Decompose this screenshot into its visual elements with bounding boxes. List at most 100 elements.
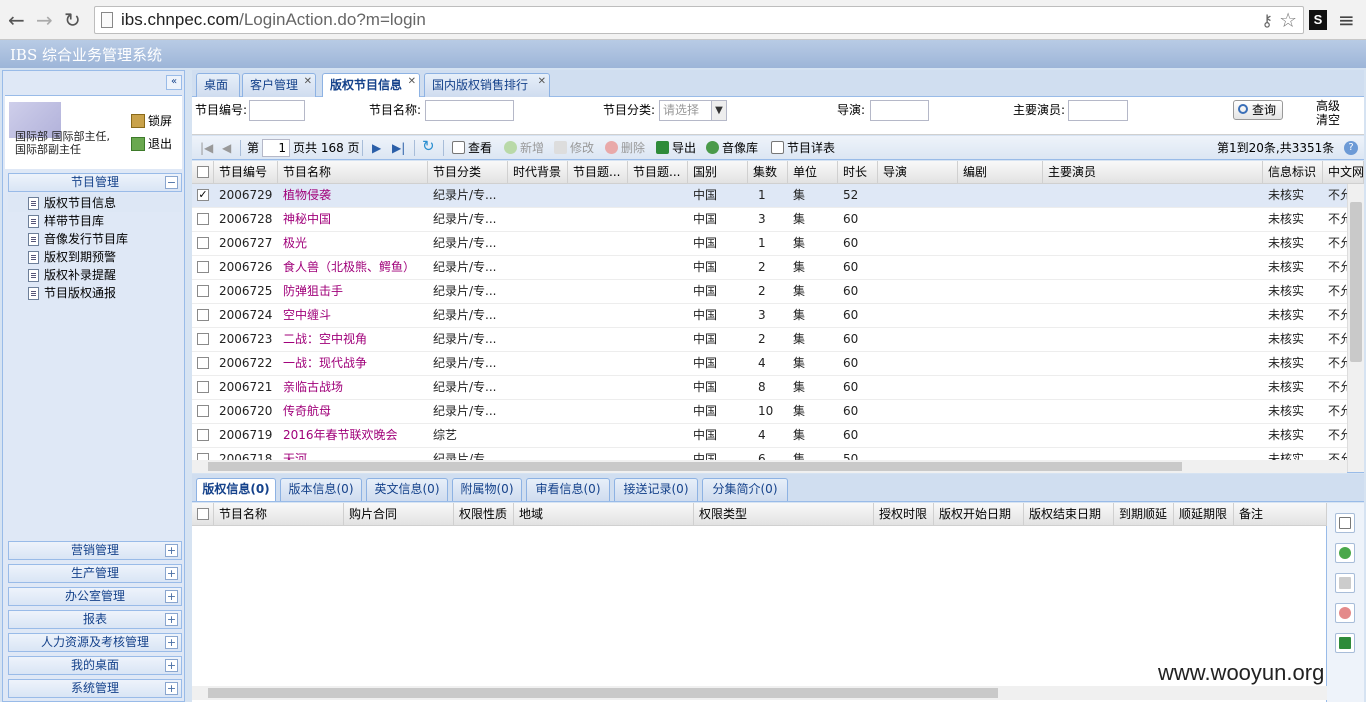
tree-item-copyright-notice[interactable]: 节目版权通报	[8, 284, 182, 302]
view-button[interactable]: 查看	[452, 139, 492, 157]
director-input[interactable]	[870, 100, 929, 121]
cell-name[interactable]: 植物侵袭	[278, 184, 428, 207]
tab-customer[interactable]: 客户管理 ✕	[242, 73, 316, 97]
cell-name[interactable]: 二战：空中视角	[278, 328, 428, 351]
column-header[interactable]: 节目名称	[278, 161, 428, 184]
key-icon[interactable]: ⚷	[1261, 11, 1273, 30]
table-row[interactable]: 2006724 空中缠斗纪录片/专... 中国 3 集 60 未核实 不允	[192, 304, 1347, 328]
last-page-icon[interactable]: ▶|	[392, 139, 405, 157]
table-row[interactable]: 2006721 亲临古战场纪录片/专... 中国 8 集 60 未核实 不允	[192, 376, 1347, 400]
table-row[interactable]: 2006720 传奇航母纪录片/专... 中国 10 集 60 未核实 不允	[192, 400, 1347, 424]
close-icon[interactable]: ✕	[408, 71, 416, 93]
detail-export-button[interactable]	[1335, 633, 1355, 653]
first-page-icon[interactable]: |◀	[200, 139, 213, 157]
help-icon[interactable]: ?	[1344, 141, 1358, 155]
section-production[interactable]: 生产管理 +	[8, 564, 182, 583]
program-detail-button[interactable]: 节目详表	[771, 139, 835, 157]
expand-section-icon[interactable]: +	[165, 659, 178, 672]
reload-icon[interactable]: ↻	[64, 8, 81, 32]
tree-item-sample-library[interactable]: 样带节目库	[8, 212, 182, 230]
section-program-management[interactable]: 节目管理 −	[8, 173, 182, 192]
section-reports[interactable]: 报表 +	[8, 610, 182, 629]
cell-name[interactable]: 2016年春节联欢晚会	[278, 424, 428, 447]
column-header[interactable]: 到期顺延	[1114, 503, 1174, 526]
scroll-thumb[interactable]	[208, 688, 998, 698]
tab-sales-ranking[interactable]: 国内版权销售排行 ✕	[424, 73, 550, 97]
row-checkbox[interactable]	[197, 285, 209, 297]
column-header[interactable]: 地域	[514, 503, 694, 526]
tree-item-copyright-info[interactable]: 版权节目信息	[8, 194, 182, 212]
tree-item-av-library[interactable]: 音像发行节目库	[8, 230, 182, 248]
table-row[interactable]: 2006727 极光纪录片/专... 中国 1 集 60 未核实 不允	[192, 232, 1347, 256]
section-system[interactable]: 系统管理 +	[8, 679, 182, 698]
detail-tab-english[interactable]: 英文信息(0)	[366, 478, 448, 501]
cell-name[interactable]: 亲临古战场	[278, 376, 428, 399]
detail-tab-copyright[interactable]: 版权信息(0)	[196, 478, 276, 501]
row-checkbox[interactable]	[197, 309, 209, 321]
query-button[interactable]: 查询	[1233, 100, 1283, 120]
row-checkbox[interactable]	[197, 405, 209, 417]
table-row[interactable]: 2006725 防弹狙击手纪录片/专... 中国 2 集 60 未核实 不允	[192, 280, 1347, 304]
chevron-down-icon[interactable]: ▼	[711, 101, 726, 120]
column-header[interactable]: 授权时限	[874, 503, 934, 526]
category-select[interactable]: 请选择 ▼	[659, 100, 727, 121]
cell-name[interactable]: 食人兽（北极熊、鳄鱼）	[278, 256, 428, 279]
detail-delete-button[interactable]	[1335, 603, 1355, 623]
cell-name[interactable]: 神秘中国	[278, 208, 428, 231]
edit-button[interactable]: 修改	[554, 139, 594, 157]
scroll-thumb[interactable]	[1350, 202, 1362, 362]
menu-icon[interactable]: ≡	[1338, 8, 1355, 32]
select-all-checkbox[interactable]	[197, 166, 209, 178]
delete-button[interactable]: 删除	[605, 139, 645, 157]
column-header[interactable]: 信息标识	[1263, 161, 1323, 184]
detail-tab-version[interactable]: 版本信息(0)	[280, 478, 362, 501]
detail-horizontal-scrollbar[interactable]	[192, 686, 1327, 700]
table-row[interactable]: 2006726 食人兽（北极熊、鳄鱼） 纪录片/专... 中国 2 集 60 未核实 不允	[192, 256, 1347, 280]
column-header[interactable]: 导演	[878, 161, 958, 184]
column-header[interactable]: 时长	[838, 161, 878, 184]
detail-tab-episodes[interactable]: 分集简介(0)	[702, 478, 788, 501]
column-header[interactable]: 中文网	[1323, 161, 1364, 184]
column-header[interactable]: 版权开始日期	[934, 503, 1024, 526]
expand-section-icon[interactable]: +	[165, 590, 178, 603]
section-office[interactable]: 办公室管理 +	[8, 587, 182, 606]
column-header[interactable]: 权限类型	[694, 503, 874, 526]
row-checkbox[interactable]	[197, 261, 209, 273]
column-header[interactable]: 节目分类	[428, 161, 508, 184]
export-button[interactable]: 导出	[656, 139, 696, 157]
bookmark-star-icon[interactable]: ☆	[1279, 8, 1297, 32]
lock-screen-button[interactable]: 锁屏	[127, 110, 175, 130]
horizontal-scrollbar[interactable]	[192, 460, 1347, 473]
row-checkbox[interactable]	[197, 237, 209, 249]
column-header[interactable]: 节目题...	[568, 161, 628, 184]
name-input[interactable]	[425, 100, 514, 121]
advanced-link[interactable]: 高级	[1316, 99, 1346, 113]
expand-section-icon[interactable]: +	[165, 613, 178, 626]
clear-link[interactable]: 清空	[1316, 113, 1346, 127]
row-checkbox[interactable]	[197, 357, 209, 369]
column-header[interactable]: 购片合同	[344, 503, 454, 526]
forward-icon[interactable]: →	[36, 8, 53, 32]
column-header[interactable]: 节目名称	[214, 503, 344, 526]
tab-desktop[interactable]: 桌面	[196, 73, 240, 97]
detail-tab-attachments[interactable]: 附属物(0)	[452, 478, 522, 501]
detail-add-button[interactable]	[1335, 543, 1355, 563]
collapse-section-icon[interactable]: −	[165, 176, 178, 189]
back-icon[interactable]: ←	[8, 8, 25, 32]
refresh-icon[interactable]: ↻	[422, 137, 435, 155]
cell-name[interactable]: 传奇航母	[278, 400, 428, 423]
column-header[interactable]: 编剧	[958, 161, 1043, 184]
add-button[interactable]: 新增	[504, 139, 544, 157]
column-header[interactable]: 集数	[748, 161, 788, 184]
column-header[interactable]: 节目编号	[214, 161, 278, 184]
detail-view-button[interactable]	[1335, 513, 1355, 533]
section-hr[interactable]: 人力资源及考核管理 +	[8, 633, 182, 652]
logout-button[interactable]: 退出	[127, 133, 175, 153]
expand-section-icon[interactable]: +	[165, 567, 178, 580]
select-all-header[interactable]	[192, 503, 214, 526]
column-header[interactable]: 国别	[688, 161, 748, 184]
column-header[interactable]: 时代背景	[508, 161, 568, 184]
tree-item-supplement-reminder[interactable]: 版权补录提醒	[8, 266, 182, 284]
detail-tab-delivery[interactable]: 接送记录(0)	[614, 478, 698, 501]
select-all-header[interactable]	[192, 161, 214, 184]
